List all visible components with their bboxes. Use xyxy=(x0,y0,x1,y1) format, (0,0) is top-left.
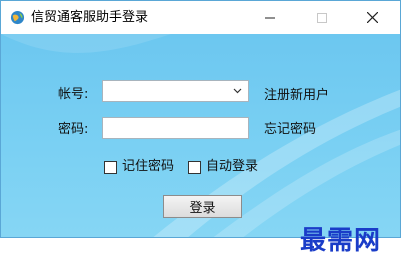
password-label: 密码: xyxy=(58,122,89,137)
minimize-button[interactable] xyxy=(247,1,293,34)
remember-password-checkbox[interactable] xyxy=(104,161,117,174)
chevron-down-icon[interactable] xyxy=(233,87,242,95)
register-link[interactable]: 注册新用户 xyxy=(264,88,329,104)
window-title: 信贸通客服助手登录 xyxy=(31,10,149,25)
site-watermark: 最需网 xyxy=(300,226,382,256)
password-field[interactable] xyxy=(102,117,249,139)
login-window: 信贸通客服助手登录 帐号: 注册新用户 密码: 忘记密码 记住密码 自动登录 登… xyxy=(0,0,401,238)
login-button[interactable]: 登录 xyxy=(163,195,242,218)
close-icon xyxy=(366,12,378,23)
login-panel: 帐号: 注册新用户 密码: 忘记密码 记住密码 自动登录 登录 xyxy=(1,34,400,237)
close-button[interactable] xyxy=(349,1,395,34)
minimize-icon xyxy=(265,17,275,18)
account-combobox[interactable] xyxy=(102,80,249,102)
account-label: 帐号: xyxy=(58,87,89,102)
app-globe-icon xyxy=(10,10,25,25)
maximize-icon xyxy=(317,12,327,23)
title-bar[interactable]: 信贸通客服助手登录 xyxy=(1,1,400,34)
forgot-password-link[interactable]: 忘记密码 xyxy=(264,122,316,138)
auto-login-label[interactable]: 自动登录 xyxy=(206,159,258,175)
auto-login-checkbox[interactable] xyxy=(188,161,201,174)
remember-password-label[interactable]: 记住密码 xyxy=(122,159,174,175)
maximize-button[interactable] xyxy=(299,1,345,34)
